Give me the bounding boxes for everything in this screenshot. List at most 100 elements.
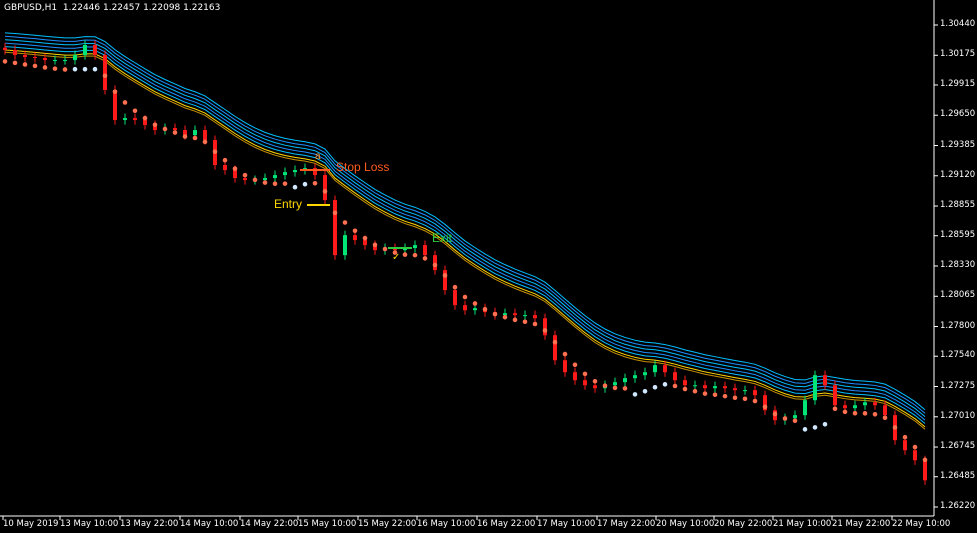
price-tick-label: 1.30440 bbox=[940, 19, 976, 29]
trailing-dot bbox=[282, 181, 288, 186]
marker-label: a bbox=[315, 151, 321, 162]
trailing-dot bbox=[142, 115, 148, 121]
bull-candle bbox=[193, 130, 197, 136]
trailing-dot bbox=[522, 319, 528, 325]
bull-candle bbox=[473, 308, 477, 311]
trailing-dot bbox=[892, 425, 898, 430]
bear-candle bbox=[43, 58, 47, 61]
trailing-dot bbox=[492, 311, 498, 317]
trailing-dot bbox=[482, 306, 488, 312]
bear-candle bbox=[733, 388, 737, 391]
price-tick-label: 1.29120 bbox=[940, 169, 976, 180]
trailing-dot bbox=[212, 149, 218, 155]
bull-candle bbox=[53, 60, 57, 62]
time-tick-label: 13 May 22:00 bbox=[120, 519, 179, 529]
trailing-dot bbox=[742, 396, 748, 402]
trailing-dot bbox=[42, 65, 48, 70]
trailing-dot bbox=[812, 425, 818, 430]
trailing-dot bbox=[242, 172, 248, 178]
bear-candle bbox=[883, 405, 887, 416]
trailing-dot bbox=[872, 411, 878, 417]
bear-candle bbox=[353, 235, 357, 241]
exit-label: Exit bbox=[432, 231, 453, 245]
price-tick-label: 1.26220 bbox=[940, 501, 976, 511]
trailing-dot bbox=[442, 273, 448, 278]
band-line bbox=[4, 46, 926, 424]
trailing-dot bbox=[562, 351, 568, 357]
symbol-label: GBPUSD,H1 bbox=[4, 3, 58, 13]
trailing-dot bbox=[292, 184, 298, 190]
trailing-dot bbox=[82, 66, 88, 72]
bear-candle bbox=[673, 372, 677, 381]
bear-candle bbox=[173, 128, 177, 131]
trailing-dot bbox=[902, 434, 908, 440]
bear-candle bbox=[553, 335, 557, 361]
bear-candle bbox=[333, 200, 337, 256]
price-tick-label: 1.29915 bbox=[940, 78, 976, 89]
price-tick-label: 1.29385 bbox=[940, 139, 976, 150]
chart-header: GBPUSD,H1 1.22446 1.22457 1.22098 1.2216… bbox=[4, 3, 220, 13]
trailing-dot bbox=[112, 89, 118, 94]
trailing-dot bbox=[2, 59, 8, 64]
trailing-dot bbox=[122, 100, 128, 105]
band-line bbox=[4, 35, 926, 414]
trailing-dot bbox=[752, 398, 758, 404]
trailing-dot bbox=[512, 317, 518, 323]
trailing-dot bbox=[272, 181, 278, 186]
trailing-dot bbox=[842, 409, 848, 415]
trailing-dot bbox=[432, 262, 438, 268]
band-line bbox=[4, 42, 926, 421]
trailing-dot bbox=[382, 246, 388, 252]
bear-candle bbox=[103, 55, 107, 90]
trailing-dot bbox=[542, 328, 548, 333]
trailing-dot bbox=[22, 62, 28, 67]
price-tick-label: 1.27275 bbox=[940, 380, 976, 391]
price-tick-label: 1.26485 bbox=[940, 470, 976, 481]
trailing-dot bbox=[52, 66, 58, 71]
bull-candle bbox=[643, 372, 647, 376]
trailing-dot bbox=[252, 177, 258, 183]
bear-candle bbox=[823, 375, 827, 386]
trailing-dot bbox=[602, 383, 608, 388]
trailing-dot bbox=[622, 386, 628, 391]
trailing-dot bbox=[572, 362, 578, 368]
price-tick-label: 1.27010 bbox=[940, 410, 976, 421]
bear-candle bbox=[443, 270, 447, 291]
bear-candle bbox=[223, 165, 227, 171]
bear-candle bbox=[753, 390, 757, 396]
price-tick-label: 1.28855 bbox=[940, 200, 976, 211]
time-tick-label: 17 May 22:00 bbox=[597, 519, 656, 529]
trailing-dot bbox=[232, 166, 238, 171]
trailing-dot bbox=[162, 126, 168, 132]
bear-candle bbox=[463, 305, 467, 311]
trailing-dot bbox=[412, 252, 418, 258]
trailing-dot bbox=[632, 392, 638, 397]
trailing-dot bbox=[202, 139, 208, 145]
trailing-dot bbox=[342, 220, 348, 225]
time-tick-label: 16 May 10:00 bbox=[417, 519, 476, 529]
trailing-dot bbox=[312, 181, 318, 186]
bear-candle bbox=[203, 130, 207, 141]
time-tick-label: 21 May 22:00 bbox=[832, 519, 891, 529]
exit-check-icon: ✓ bbox=[392, 252, 401, 263]
trailing-dot bbox=[62, 67, 68, 72]
trailing-dot bbox=[612, 385, 618, 391]
price-tick-label: 1.26745 bbox=[940, 441, 976, 452]
trailing-dot bbox=[322, 189, 328, 194]
bull-candle bbox=[343, 235, 347, 256]
price-chart[interactable] bbox=[0, 0, 977, 533]
trailing-dot bbox=[792, 418, 798, 424]
trailing-dot bbox=[32, 63, 38, 69]
trailing-dot bbox=[682, 386, 688, 392]
bull-candle bbox=[793, 415, 797, 419]
bull-candle bbox=[523, 315, 527, 317]
bear-candle bbox=[873, 402, 877, 406]
bull-candle bbox=[623, 378, 627, 383]
bear-candle bbox=[913, 450, 917, 461]
trailing-dot bbox=[642, 388, 648, 394]
ma-line bbox=[4, 49, 926, 428]
trailing-dot bbox=[182, 134, 188, 139]
bear-candle bbox=[133, 118, 137, 121]
bear-candle bbox=[33, 56, 37, 59]
trailing-dot bbox=[582, 371, 588, 377]
